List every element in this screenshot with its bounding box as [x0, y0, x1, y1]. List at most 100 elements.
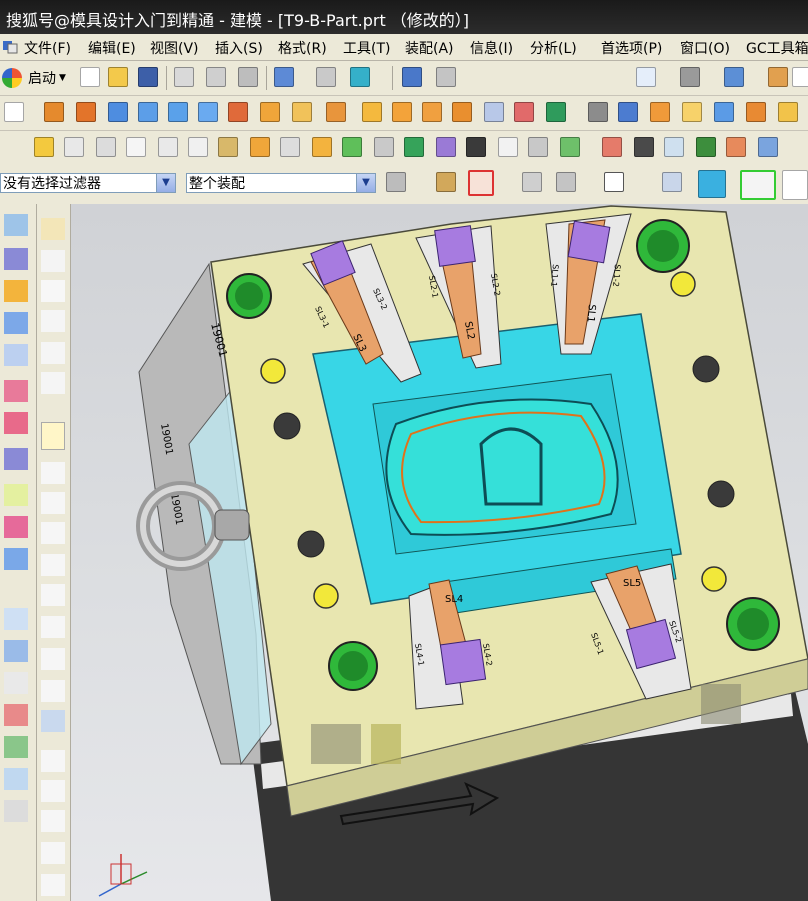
- section-icon[interactable]: [374, 137, 394, 157]
- tools-icon[interactable]: [218, 137, 238, 157]
- point-icon[interactable]: [41, 492, 65, 514]
- sketch-icon[interactable]: [4, 102, 24, 122]
- wcs-icon[interactable]: [96, 137, 116, 157]
- extrude-icon[interactable]: [44, 102, 64, 122]
- join-curve-icon[interactable]: [41, 616, 65, 638]
- intersect-icon[interactable]: [514, 102, 534, 122]
- sew-icon[interactable]: [4, 704, 28, 726]
- measure-body-icon[interactable]: [342, 137, 362, 157]
- rectangle-select-icon[interactable]: [604, 172, 624, 192]
- enlarge-icon[interactable]: [4, 768, 28, 790]
- cut-icon[interactable]: [174, 67, 194, 87]
- document-icon[interactable]: [758, 137, 778, 157]
- menu-format[interactable]: 格式(R): [278, 38, 327, 58]
- cone-icon[interactable]: [138, 102, 158, 122]
- undo-icon[interactable]: [274, 67, 294, 87]
- scope-dropdown[interactable]: 整个装配 ▼: [186, 173, 376, 193]
- assembly-filter-icon[interactable]: [386, 172, 406, 192]
- graphics-window[interactable]: 19001 19001 19001 SL3 SL3-1 SL3-2 SL2 SL…: [71, 204, 808, 901]
- section-surface-icon[interactable]: [4, 380, 28, 402]
- scale-body-icon[interactable]: [778, 102, 798, 122]
- pattern-icon[interactable]: [362, 102, 382, 122]
- save-icon[interactable]: [138, 67, 158, 87]
- move-object-icon[interactable]: [188, 137, 208, 157]
- basic-line-icon[interactable]: [41, 462, 65, 484]
- trim-body-icon[interactable]: [546, 102, 566, 122]
- check-geometry-icon[interactable]: [404, 137, 424, 157]
- mesh-surface-icon[interactable]: [4, 312, 28, 334]
- patch-icon[interactable]: [4, 736, 28, 758]
- menu-tools[interactable]: 工具(T): [343, 38, 390, 58]
- edit-feature-icon[interactable]: [34, 137, 54, 157]
- offset-surface-icon[interactable]: [4, 640, 28, 662]
- type-filter-dropdown[interactable]: 没有选择过滤器 ▼: [0, 173, 176, 193]
- datum-plane-icon[interactable]: [126, 137, 146, 157]
- draft-analysis-icon[interactable]: [602, 137, 622, 157]
- snap-filter-icon[interactable]: [468, 170, 494, 196]
- intersect-curve-icon[interactable]: [41, 554, 65, 576]
- table-icon[interactable]: [634, 137, 654, 157]
- snap-point-icon[interactable]: [740, 170, 776, 200]
- menu-analysis[interactable]: 分析(L): [530, 38, 577, 58]
- information-icon[interactable]: [402, 67, 422, 87]
- offset-face-icon[interactable]: [746, 102, 766, 122]
- point-snap-icon[interactable]: [522, 172, 542, 192]
- arc-icon[interactable]: [41, 280, 65, 302]
- refresh-icon[interactable]: [726, 137, 746, 157]
- wrap-curve-icon[interactable]: [41, 648, 65, 670]
- object-info-icon[interactable]: [436, 67, 456, 87]
- paste-icon[interactable]: [238, 67, 258, 87]
- circle-icon[interactable]: [41, 874, 65, 896]
- layer-icon[interactable]: [768, 67, 788, 87]
- menu-insert[interactable]: 插入(S): [215, 38, 263, 58]
- body-select-icon[interactable]: [698, 170, 726, 198]
- start-button[interactable]: 启动 ▼: [2, 66, 66, 90]
- array-icon[interactable]: [392, 102, 412, 122]
- revolve-icon[interactable]: [76, 102, 96, 122]
- app-icon[interactable]: [2, 38, 18, 54]
- menu-info[interactable]: 信息(I): [470, 38, 513, 58]
- line-tool-icon[interactable]: [782, 170, 808, 200]
- filter-funnel-icon[interactable]: [436, 172, 456, 192]
- surface-icon[interactable]: [4, 214, 28, 236]
- grid-curve-icon[interactable]: [41, 710, 65, 732]
- pocket-icon[interactable]: [292, 102, 312, 122]
- law-extension-icon[interactable]: [4, 548, 28, 570]
- selection-tools-icon[interactable]: [350, 67, 370, 87]
- face-select-icon[interactable]: [662, 172, 682, 192]
- redo-icon[interactable]: [316, 67, 336, 87]
- new-file-icon[interactable]: [80, 67, 100, 87]
- menu-assembly[interactable]: 装配(A): [405, 38, 454, 58]
- mirror-icon[interactable]: [422, 102, 442, 122]
- menu-gc-toolbox[interactable]: GC工具箱: [746, 38, 808, 58]
- feature-table-icon[interactable]: [64, 137, 84, 157]
- spreadsheet-icon[interactable]: [280, 137, 300, 157]
- extend-curve-icon[interactable]: [41, 842, 65, 864]
- datum-axis-icon[interactable]: [158, 137, 178, 157]
- line-icon[interactable]: [41, 250, 65, 272]
- bridge-curve-icon[interactable]: [41, 584, 65, 606]
- shell-icon[interactable]: [682, 102, 702, 122]
- measure-distance-icon[interactable]: [312, 137, 332, 157]
- edge-blend-icon[interactable]: [618, 102, 638, 122]
- render-style-icon[interactable]: [680, 67, 700, 87]
- chamfer-icon[interactable]: [650, 102, 670, 122]
- swept-icon[interactable]: [4, 344, 28, 366]
- thicken-icon[interactable]: [4, 800, 28, 822]
- copy-icon[interactable]: [206, 67, 226, 87]
- fit-view-icon[interactable]: [636, 67, 656, 87]
- divide-curve-icon[interactable]: [41, 810, 65, 832]
- offset-curve-icon[interactable]: [41, 372, 65, 394]
- isoparametric-icon[interactable]: [41, 680, 65, 702]
- spline-icon[interactable]: [41, 310, 65, 332]
- orient-view-icon[interactable]: [724, 67, 744, 87]
- project-curve-icon[interactable]: [41, 522, 65, 544]
- clearance-icon[interactable]: [466, 137, 486, 157]
- expression-icon[interactable]: [250, 137, 270, 157]
- menu-edit[interactable]: 编辑(E): [88, 38, 136, 58]
- cylinder-icon[interactable]: [168, 102, 188, 122]
- curve-analysis-icon[interactable]: [528, 137, 548, 157]
- menu-file[interactable]: 文件(F): [24, 38, 71, 58]
- open-folder-icon[interactable]: [108, 67, 128, 87]
- menu-preferences[interactable]: 首选项(P): [601, 38, 662, 58]
